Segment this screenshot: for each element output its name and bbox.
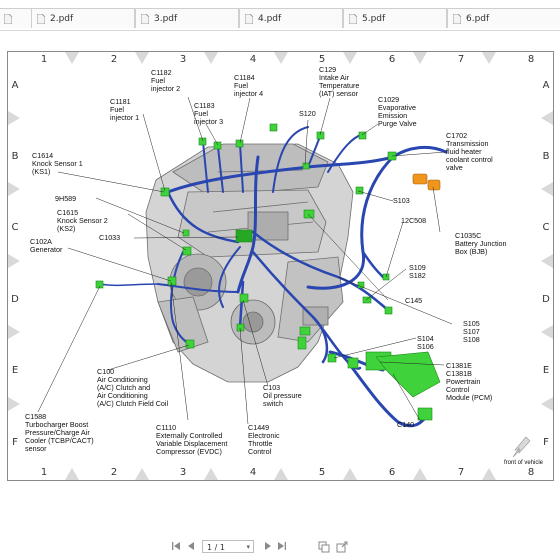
label-s103: S103 (393, 196, 410, 205)
tab-5[interactable]: 5.pdf (343, 8, 447, 28)
tab-6[interactable]: 6.pdf (447, 8, 560, 28)
pdf-file-icon (453, 14, 461, 24)
label-c1182: C1182 Fuel injector 2 (151, 68, 181, 93)
label-c1110: C1110 Externally Controlled Variable Dis… (156, 423, 228, 456)
next-page-icon[interactable] (262, 541, 274, 553)
label-c100: C100 Air Conditioning (A/C) Clutch and A… (97, 367, 169, 408)
tab-label: 6.pdf (466, 14, 490, 24)
label-c140: C140 (397, 420, 415, 429)
label-c102a: C102A Generator (30, 237, 63, 254)
pdf-file-icon (4, 14, 12, 24)
tab-label: 3.pdf (154, 14, 178, 24)
label-12c508: 12C508 (401, 216, 427, 225)
label-c1184: C1184 Fuel injector 4 (234, 73, 264, 98)
page-navigation-toolbar: 1 / 1 ▾ (0, 536, 560, 560)
pdf-file-icon (245, 14, 253, 24)
tab-label: 4.pdf (258, 14, 282, 24)
pdf-file-icon (349, 14, 357, 24)
label-s120: S120 (299, 109, 316, 118)
label-c1181: C1181 Fuel injector 1 (110, 97, 140, 122)
label-s104: S104 S106 (417, 334, 434, 351)
label-c1381e: C1381E C1381B Powertrain Control Module … (446, 361, 493, 402)
label-c1029: C1029 Evaporative Emission Purge Valve (378, 95, 417, 128)
copy-icon[interactable] (318, 541, 330, 553)
label-c1702: C1702 Transmission fluid heater coolant … (446, 131, 493, 172)
chevron-down-icon: ▾ (246, 543, 250, 551)
tab-label: 2.pdf (50, 14, 74, 24)
tab-4[interactable]: 4.pdf (239, 8, 343, 28)
label-c1588: C1588 Turbocharger Boost Pressure/Charge… (25, 412, 94, 453)
label-c1183: C1183 Fuel injector 3 (194, 101, 224, 126)
document-page: 1 2 3 4 5 6 7 8 1 2 3 4 5 6 7 8 A B C D … (7, 51, 554, 481)
label-c145: C145 (405, 296, 423, 305)
label-s105: S105 S107 S108 (463, 319, 480, 344)
pdf-file-icon (141, 14, 149, 24)
page-indicator: 1 / 1 (207, 543, 225, 552)
tab-2[interactable]: 2.pdf (31, 8, 135, 28)
label-c1449: C1449 Electronic Throttle Control (248, 423, 280, 456)
first-page-icon[interactable] (170, 541, 182, 553)
last-page-icon[interactable] (276, 541, 288, 553)
page-number-select[interactable]: 1 / 1 ▾ (202, 540, 254, 553)
label-c1033: C1033 (99, 233, 121, 242)
previous-page-icon[interactable] (185, 541, 197, 553)
share-icon[interactable] (336, 541, 348, 553)
label-9h589: 9H589 (55, 194, 77, 203)
front-arrow (512, 436, 531, 458)
tab-3[interactable]: 3.pdf (135, 8, 239, 28)
label-c1614: C1614 Knock Sensor 1 (KS1) (32, 151, 83, 176)
pdf-file-icon (37, 14, 45, 24)
tab-label: 5.pdf (362, 14, 386, 24)
label-front-of-vehicle: front of vehicle (504, 460, 544, 466)
label-s109: S109 S182 (409, 263, 426, 280)
label-c129: C129 Intake Air Temperature (IAT) sensor (319, 65, 360, 98)
label-c1615: C1615 Knock Sensor 2 (KS2) (57, 208, 108, 233)
orange-connectors (412, 173, 441, 191)
label-c103: C103 Oil pressure switch (263, 383, 302, 408)
tab-bar: 2.pdf 3.pdf 4.pdf 5.pdf 6.pdf (0, 0, 560, 31)
label-c1035c: C1035C Battery Junction Box (BJB) (455, 231, 507, 256)
